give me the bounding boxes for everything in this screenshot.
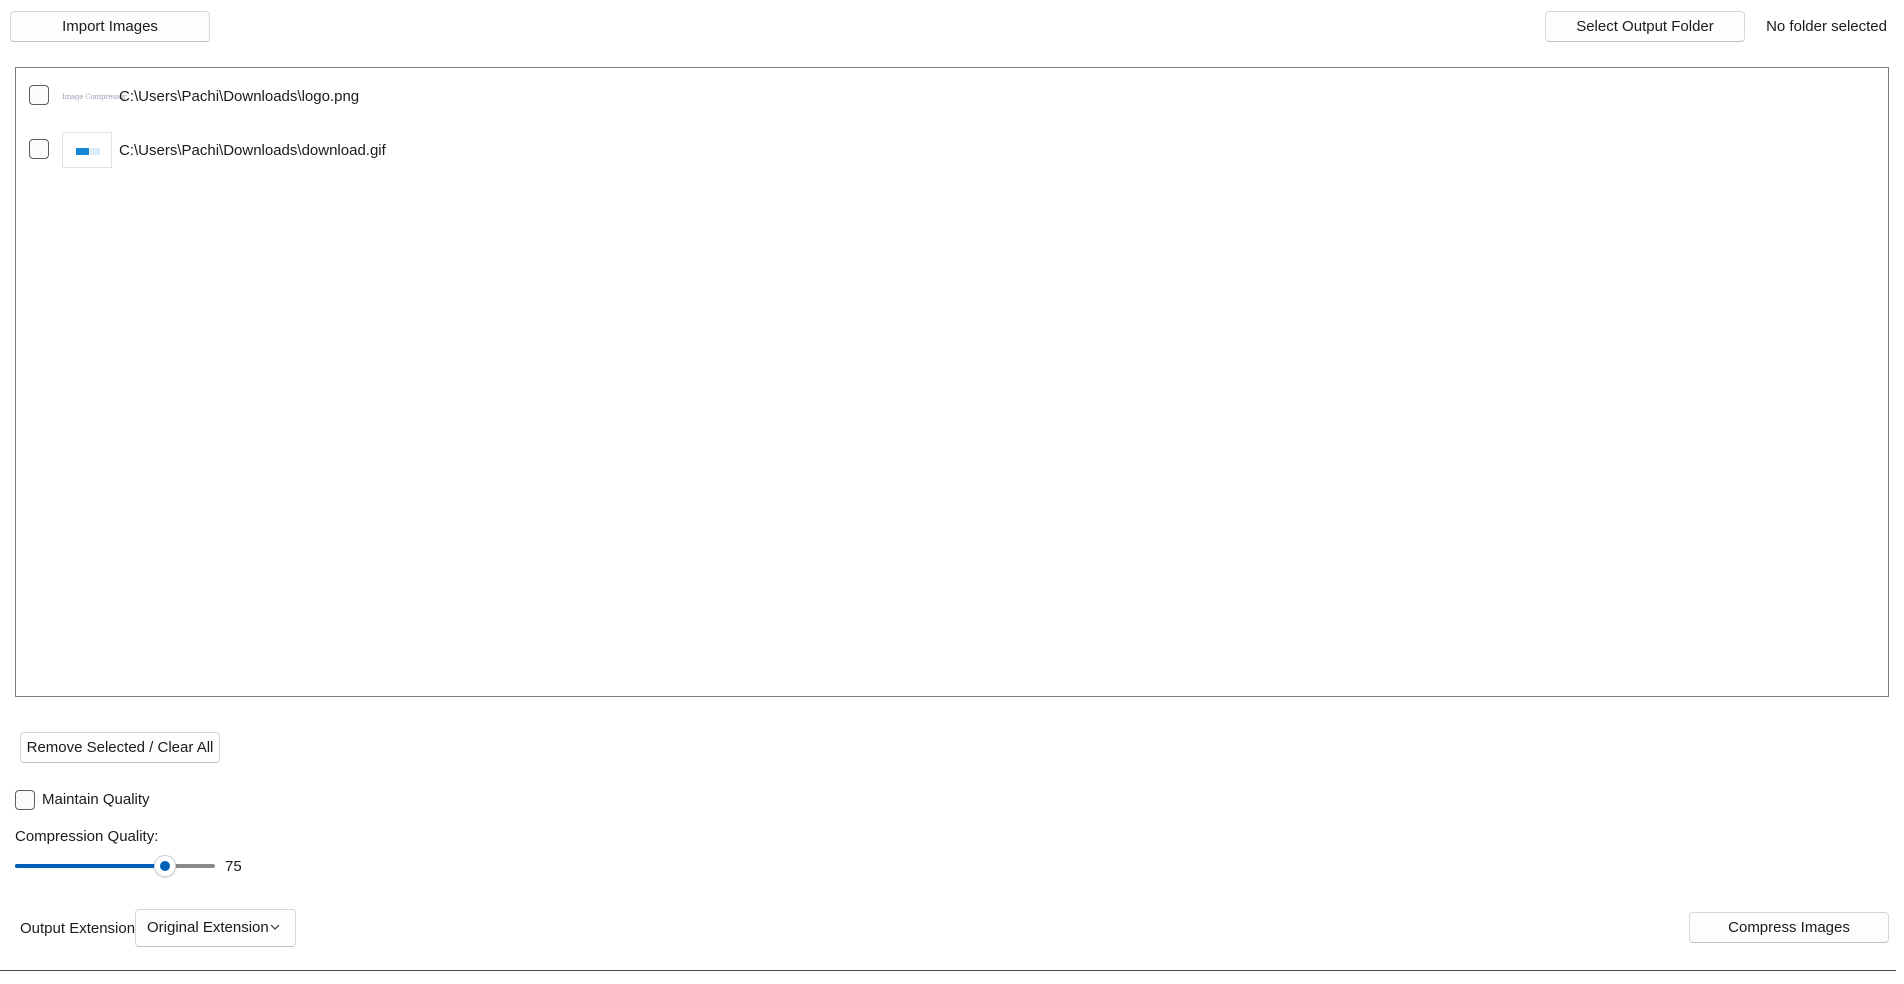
list-item-path: C:\Users\Pachi\Downloads\logo.png xyxy=(119,88,360,105)
quality-slider[interactable] xyxy=(15,855,215,877)
output-extension-label: Output Extension: xyxy=(20,920,140,937)
remove-selected-label: Remove Selected / Clear All xyxy=(26,739,214,756)
list-item-path: C:\Users\Pachi\Downloads\download.gif xyxy=(119,142,386,159)
remove-selected-button[interactable]: Remove Selected / Clear All xyxy=(20,732,220,763)
image-thumbnail: Image Compressor xyxy=(62,79,126,115)
thumbnail-logo-text: Image Compressor xyxy=(62,93,127,101)
compress-images-button[interactable]: Compress Images xyxy=(1689,912,1889,943)
thumbnail-graphic xyxy=(76,148,89,155)
folder-status-text: No folder selected xyxy=(1766,18,1887,35)
image-file-list[interactable]: Image Compressor C:\Users\Pachi\Download… xyxy=(15,67,1889,697)
list-item-checkbox[interactable] xyxy=(29,85,49,105)
list-item-checkbox[interactable] xyxy=(29,139,49,159)
import-images-label: Import Images xyxy=(62,18,158,35)
quality-slider-fill xyxy=(15,864,165,868)
import-images-button[interactable]: Import Images xyxy=(10,11,210,42)
compress-images-label: Compress Images xyxy=(1728,919,1850,936)
list-item[interactable]: Image Compressor C:\Users\Pachi\Download… xyxy=(16,77,1888,117)
output-extension-value: Original Extension xyxy=(147,919,269,936)
chevron-down-icon xyxy=(270,924,280,930)
quality-slider-thumb[interactable] xyxy=(154,855,176,877)
select-output-folder-button[interactable]: Select Output Folder xyxy=(1545,11,1745,42)
compression-quality-label: Compression Quality: xyxy=(15,828,159,845)
output-extension-dropdown[interactable]: Original Extension xyxy=(135,909,296,947)
maintain-quality-checkbox[interactable] xyxy=(15,790,35,810)
select-output-folder-label: Select Output Folder xyxy=(1576,18,1714,35)
maintain-quality-label: Maintain Quality xyxy=(42,791,150,808)
quality-value: 75 xyxy=(225,858,242,875)
image-thumbnail xyxy=(62,132,112,168)
list-item[interactable]: C:\Users\Pachi\Downloads\download.gif xyxy=(16,131,1888,171)
window-bottom-border xyxy=(0,970,1896,971)
thumbnail-graphic xyxy=(90,148,100,155)
